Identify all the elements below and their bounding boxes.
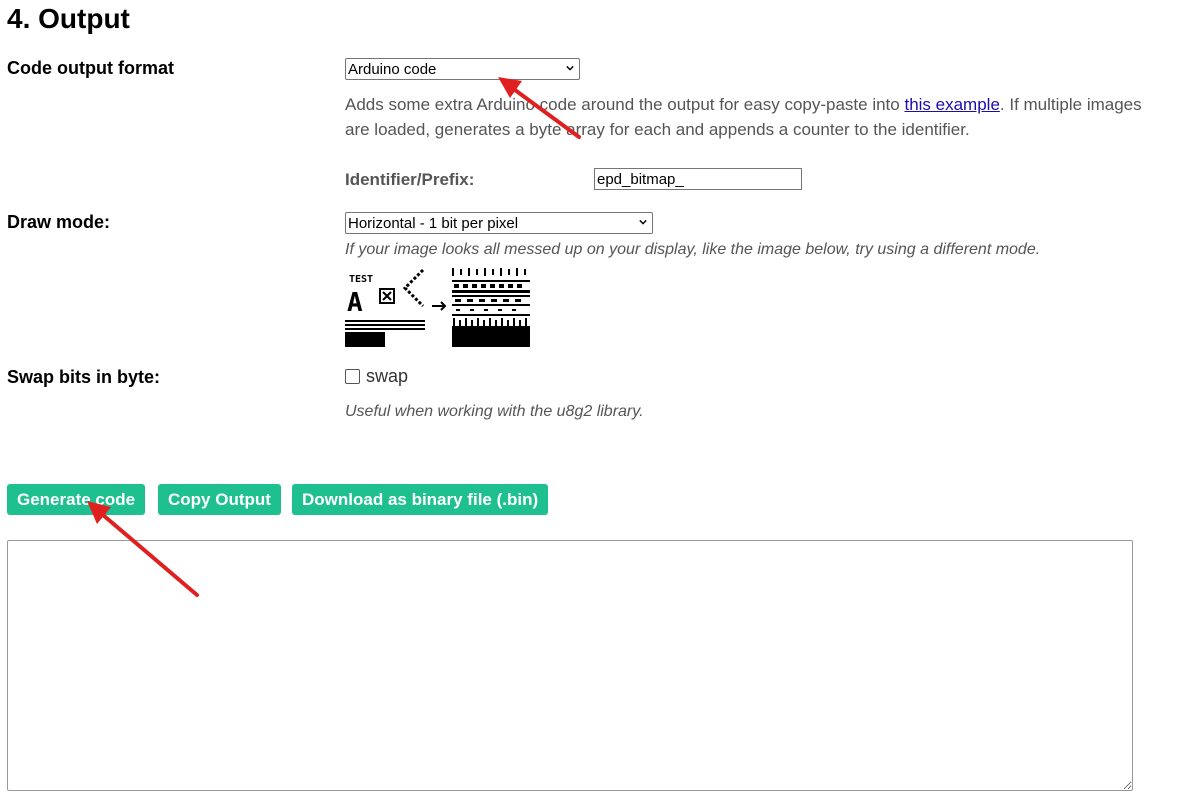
example-glyph-text: A bbox=[347, 288, 363, 318]
arrow-right-icon bbox=[432, 301, 447, 311]
code-format-label: Code output format bbox=[7, 58, 174, 78]
correct-render-graphic: TEST A bbox=[345, 268, 425, 347]
download-bin-button[interactable]: Download as binary file (.bin) bbox=[292, 484, 549, 515]
example-test-text: TEST bbox=[349, 274, 373, 285]
code-format-select[interactable]: Arduino code bbox=[345, 58, 580, 80]
swap-checkbox-row[interactable]: swap bbox=[345, 366, 408, 387]
draw-mode-select-wrap[interactable]: Horizontal - 1 bit per pixel bbox=[345, 212, 653, 234]
draw-mode-note: If your image looks all messed up on you… bbox=[345, 241, 1041, 258]
swap-checkbox-label[interactable]: swap bbox=[366, 366, 408, 387]
identifier-label: Identifier/Prefix: bbox=[345, 170, 475, 189]
swap-bits-label: Swap bits in byte: bbox=[7, 367, 161, 387]
swap-bits-note: Useful when working with the u8g2 librar… bbox=[345, 403, 644, 420]
code-format-description: Adds some extra Arduino code around the … bbox=[345, 92, 1145, 142]
page: 4. Output Code output format Arduino cod… bbox=[0, 0, 1187, 802]
example-link[interactable]: this example bbox=[904, 95, 999, 114]
section-title: 4. Output bbox=[7, 3, 130, 34]
draw-mode-label: Draw mode: bbox=[7, 212, 111, 232]
draw-mode-select[interactable]: Horizontal - 1 bit per pixel bbox=[345, 212, 653, 234]
copy-output-button[interactable]: Copy Output bbox=[158, 484, 281, 515]
identifier-input[interactable] bbox=[594, 168, 802, 190]
code-format-select-wrap[interactable]: Arduino code bbox=[345, 58, 580, 80]
generate-code-button[interactable]: Generate code bbox=[7, 484, 146, 515]
code-format-desc-part1: Adds some extra Arduino code around the … bbox=[345, 95, 905, 114]
swap-checkbox[interactable] bbox=[345, 369, 360, 384]
draw-mode-example-image: TEST A bbox=[345, 268, 530, 347]
example-chevron-left-icon bbox=[402, 268, 425, 308]
messed-render-graphic bbox=[452, 268, 530, 347]
output-textarea[interactable] bbox=[7, 540, 1133, 791]
